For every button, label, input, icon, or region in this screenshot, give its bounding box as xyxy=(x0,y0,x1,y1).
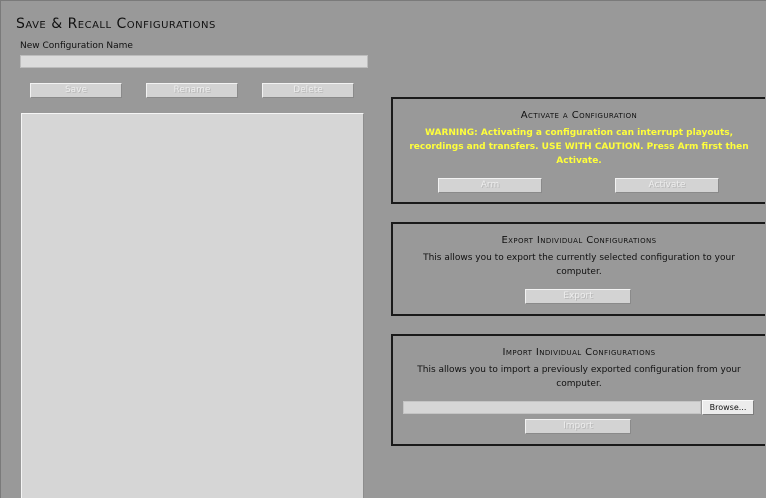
import-description: This allows you to import a previously e… xyxy=(417,365,741,389)
activate-panel: Activate a Configuration WARNING: Activa… xyxy=(391,97,765,204)
rename-button[interactable]: Rename xyxy=(146,83,238,98)
import-title: Import Individual Configurations xyxy=(502,347,656,358)
page-title: Save & Recall Configurations xyxy=(16,16,216,32)
arm-button[interactable]: Arm xyxy=(438,178,542,193)
export-button[interactable]: Export xyxy=(525,289,631,304)
import-file-field[interactable] xyxy=(403,401,701,414)
activate-button[interactable]: Activate xyxy=(615,178,719,193)
export-title: Export Individual Configurations xyxy=(501,235,657,246)
activate-warning: WARNING: Activating a configuration can … xyxy=(409,128,749,166)
config-name-input[interactable] xyxy=(20,55,368,68)
export-description: This allows you to export the currently … xyxy=(423,253,735,277)
save-button[interactable]: Save xyxy=(30,83,122,98)
config-name-label: New Configuration Name xyxy=(20,41,133,51)
import-panel: Import Individual Configurations This al… xyxy=(391,334,765,446)
delete-button[interactable]: Delete xyxy=(262,83,354,98)
import-button[interactable]: Import xyxy=(525,419,631,434)
export-panel: Export Individual Configurations This al… xyxy=(391,222,765,316)
activate-title: Activate a Configuration xyxy=(520,110,638,121)
configuration-list[interactable] xyxy=(21,113,364,498)
browse-button[interactable]: Browse... xyxy=(702,400,754,415)
